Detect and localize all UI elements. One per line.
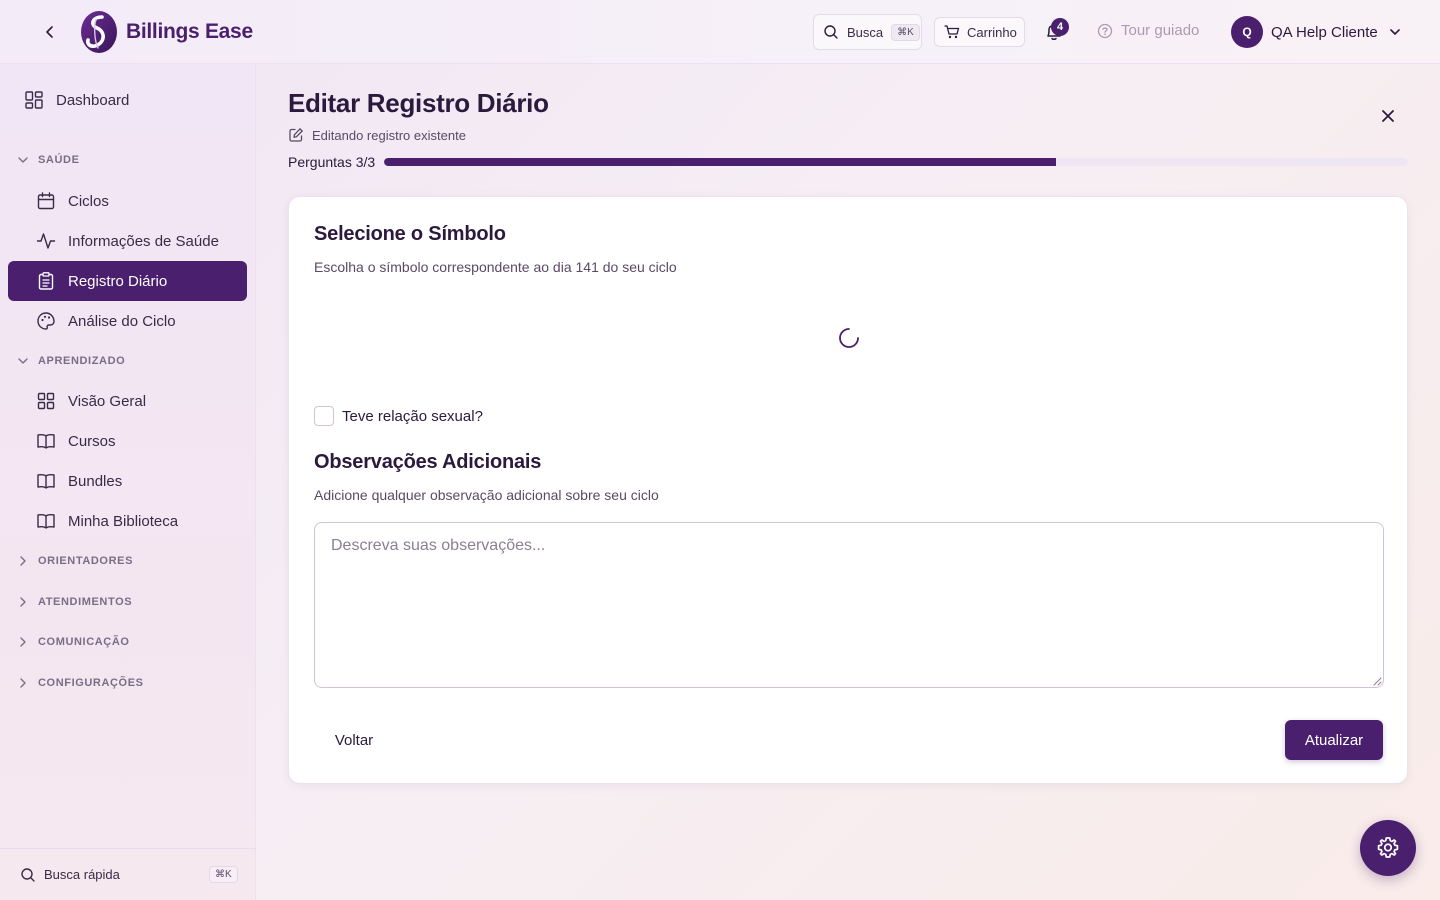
- tour-label: Tour guiado: [1121, 22, 1200, 39]
- header-search-button[interactable]: Busca ⌘K: [813, 14, 922, 50]
- logo-icon: [81, 11, 117, 53]
- subtitle-text: Editando registro existente: [312, 127, 466, 143]
- quick-search-shortcut: ⌘K: [209, 866, 238, 883]
- user-menu[interactable]: Q QA Help Cliente: [1231, 16, 1402, 48]
- notes-textarea[interactable]: [314, 522, 1384, 688]
- guided-tour-button[interactable]: Tour guiado: [1097, 22, 1199, 39]
- section-label: ATENDIMENTOS: [38, 596, 133, 608]
- sexual-relation-label: Teve relação sexual?: [342, 407, 483, 425]
- gear-icon: [1377, 837, 1399, 858]
- search-icon: [21, 867, 35, 882]
- sidebar-item-label: Ciclos: [68, 192, 109, 210]
- sidebar-item-visao-geral[interactable]: Visão Geral: [8, 381, 247, 421]
- back-button[interactable]: Voltar: [314, 720, 394, 760]
- notes-section-title: Observações Adicionais: [314, 451, 542, 473]
- avatar: Q: [1231, 16, 1263, 48]
- sidebar-item-ciclos[interactable]: Ciclos: [8, 181, 247, 221]
- sidebar-item-label: Análise do Ciclo: [68, 312, 176, 330]
- resize-grip-icon[interactable]: [1372, 676, 1382, 686]
- clipboard-list-icon: [38, 272, 54, 290]
- page-subtitle: Editando registro existente: [288, 127, 466, 143]
- sidebar-item-label: Bundles: [68, 472, 123, 490]
- search-shortcut: ⌘K: [891, 23, 920, 41]
- loading-spinner-icon: [839, 328, 859, 348]
- sidebar-item-registro-diario[interactable]: Registro Diário: [8, 261, 247, 301]
- sidebar-item-label: Cursos: [68, 432, 116, 450]
- sidebar: Dashboard SAÚDE Ciclos Informações de Sa…: [0, 64, 256, 900]
- chevron-down-icon: [18, 358, 28, 364]
- section-configuracoes[interactable]: CONFIGURAÇÕES: [16, 673, 144, 693]
- progress-fill: [384, 158, 1056, 166]
- update-button[interactable]: Atualizar: [1285, 720, 1383, 760]
- progress-label: Perguntas 3/3: [288, 154, 376, 170]
- cart-button[interactable]: Carrinho: [934, 17, 1025, 47]
- chevron-right-icon: [20, 637, 26, 647]
- close-icon[interactable]: [1376, 104, 1400, 128]
- cart-label: Carrinho: [967, 24, 1017, 40]
- sidebar-item-label: Dashboard: [56, 91, 130, 109]
- dashboard-grid-icon: [25, 91, 43, 109]
- quick-search-button[interactable]: Busca rápida ⌘K: [0, 848, 256, 900]
- section-label: CONFIGURAÇÕES: [38, 677, 144, 689]
- section-label: SAÚDE: [38, 154, 80, 166]
- notification-badge: 4: [1051, 18, 1069, 36]
- section-orientadores[interactable]: ORIENTADORES: [16, 551, 133, 571]
- chevron-right-icon: [20, 597, 26, 607]
- sexual-relation-checkbox-row[interactable]: Teve relação sexual?: [314, 406, 483, 426]
- section-saude[interactable]: SAÚDE: [16, 150, 80, 170]
- notes-section-description: Adicione qualquer observação adicional s…: [314, 487, 659, 503]
- palette-icon: [37, 312, 55, 330]
- search-label: Busca: [847, 24, 884, 40]
- edit-icon: [289, 128, 303, 142]
- search-icon: [824, 25, 838, 39]
- section-comunicacao[interactable]: COMUNICAÇÃO: [16, 632, 130, 652]
- sidebar-item-label: Visão Geral: [68, 392, 147, 410]
- sidebar-item-cursos[interactable]: Cursos: [8, 421, 247, 461]
- progress-bar: [384, 158, 1408, 166]
- cart-icon: [944, 25, 960, 39]
- activity-icon: [36, 233, 56, 249]
- brand-name: Billings Ease: [126, 20, 253, 43]
- sidebar-item-label: Registro Diário: [68, 272, 168, 290]
- sidebar-item-label: Minha Biblioteca: [68, 512, 179, 530]
- sidebar-item-label: Informações de Saúde: [68, 232, 219, 250]
- sidebar-item-informacoes-saude[interactable]: Informações de Saúde: [8, 221, 247, 261]
- section-aprendizado[interactable]: APRENDIZADO: [16, 351, 125, 371]
- help-circle-icon: [1097, 23, 1113, 38]
- sidebar-item-bundles[interactable]: Bundles: [8, 461, 247, 501]
- chevron-right-icon: [20, 556, 26, 566]
- user-name: QA Help Cliente: [1271, 23, 1378, 41]
- section-label: COMUNICAÇÃO: [38, 636, 130, 648]
- sexual-relation-checkbox[interactable]: [314, 406, 334, 426]
- section-label: APRENDIZADO: [38, 355, 126, 367]
- sidebar-item-analise-ciclo[interactable]: Análise do Ciclo: [8, 301, 247, 341]
- chevron-down-icon: [1389, 29, 1400, 35]
- grid-icon: [37, 392, 55, 410]
- brand-logo[interactable]: Billings Ease: [80, 10, 253, 54]
- symbol-section-description: Escolha o símbolo correspondente ao dia …: [314, 259, 677, 275]
- back-chevron-icon[interactable]: [38, 20, 62, 44]
- section-label: ORIENTADORES: [38, 555, 134, 567]
- form-card: Selecione o Símbolo Escolha o símbolo co…: [288, 196, 1408, 784]
- chevron-down-icon: [18, 157, 28, 163]
- quick-search-label: Busca rápida: [44, 867, 120, 882]
- section-atendimentos[interactable]: ATENDIMENTOS: [16, 592, 132, 612]
- book-open-icon: [37, 474, 55, 489]
- symbol-section-title: Selecione o Símbolo: [314, 223, 506, 245]
- page-title: Editar Registro Diário: [288, 88, 549, 118]
- sidebar-item-dashboard[interactable]: Dashboard: [8, 80, 247, 120]
- book-open-icon: [37, 514, 55, 529]
- sidebar-item-minha-biblioteca[interactable]: Minha Biblioteca: [8, 501, 247, 541]
- chevron-right-icon: [20, 678, 26, 688]
- top-header: Billings Ease Busca ⌘K Carrinho 4 Tour g…: [0, 0, 1440, 64]
- calendar-icon: [37, 192, 55, 210]
- book-open-icon: [37, 434, 55, 449]
- settings-fab[interactable]: [1360, 820, 1416, 876]
